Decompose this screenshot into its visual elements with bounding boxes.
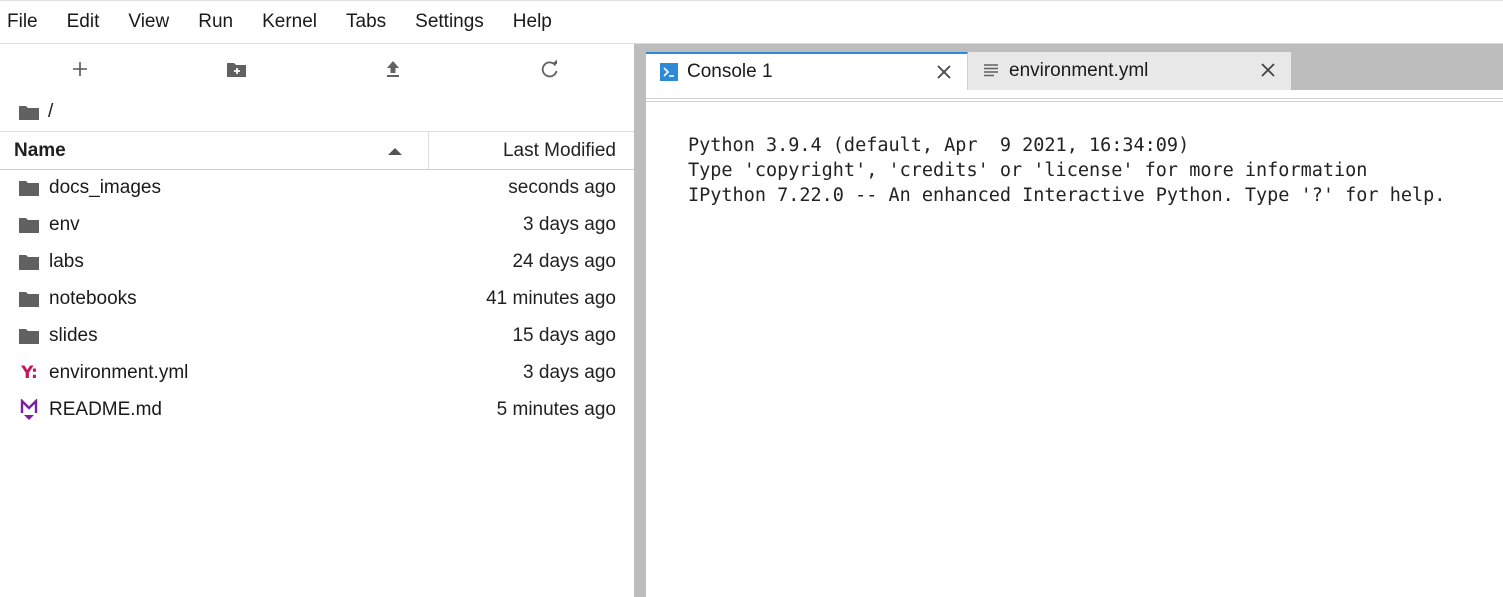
new-folder-icon: [227, 63, 246, 77]
folder-icon: [19, 178, 39, 198]
menu-kernel[interactable]: Kernel: [262, 0, 317, 44]
file-modified: 3 days ago: [523, 214, 616, 235]
file-row-docs-images[interactable]: docs_images seconds ago: [0, 170, 634, 207]
breadcrumb: /: [19, 100, 53, 124]
folder-icon: [19, 215, 39, 235]
menu-bar: File Edit View Run Kernel Tabs Settings …: [0, 0, 1503, 44]
menu-edit[interactable]: Edit: [67, 0, 100, 44]
menu-settings[interactable]: Settings: [415, 0, 484, 44]
file-row-environment-yml[interactable]: Y: environment.yml 3 days ago: [0, 355, 634, 392]
tab-environment-yml[interactable]: environment.yml: [968, 52, 1291, 90]
panel-splitter[interactable]: [634, 44, 646, 597]
folder-icon: [19, 252, 39, 272]
markdown-file-icon: [19, 399, 39, 420]
refresh-icon: [541, 59, 558, 78]
sort-ascending-icon: [388, 148, 402, 155]
tab-bar: Console 1 environment.yml: [646, 44, 1503, 90]
file-name: labs: [49, 251, 84, 272]
menu-tabs[interactable]: Tabs: [346, 0, 386, 44]
file-modified: 5 minutes ago: [496, 399, 616, 420]
column-header-name[interactable]: Name: [0, 132, 429, 169]
yaml-file-icon: Y:: [21, 363, 38, 383]
tab-label: environment.yml: [1009, 60, 1149, 81]
upload-icon: [387, 61, 399, 77]
close-icon[interactable]: [935, 63, 953, 81]
file-name: README.md: [49, 399, 162, 420]
file-name: docs_images: [49, 177, 161, 198]
close-icon[interactable]: [1259, 61, 1277, 79]
new-folder-button[interactable]: [224, 56, 250, 82]
console-icon: [660, 63, 678, 81]
breadcrumb-root[interactable]: /: [48, 101, 53, 123]
file-row-notebooks[interactable]: notebooks 41 minutes ago: [0, 281, 634, 318]
file-modified: 3 days ago: [523, 362, 616, 383]
console-output: Python 3.9.4 (default, Apr 9 2021, 16:34…: [688, 133, 1445, 208]
file-name: env: [49, 214, 80, 235]
text-file-icon: [982, 62, 1000, 80]
file-name: slides: [49, 325, 98, 346]
folder-icon[interactable]: [19, 104, 39, 120]
file-browser-toolbar: [0, 44, 634, 92]
main-dock-area: Console 1 environment.yml Python 3.9.4 (…: [646, 44, 1503, 597]
file-modified: 41 minutes ago: [486, 288, 616, 309]
file-row-slides[interactable]: slides 15 days ago: [0, 318, 634, 355]
column-name-label: Name: [14, 140, 66, 161]
menu-help[interactable]: Help: [513, 0, 552, 44]
file-list: docs_images seconds ago env 3 days ago l…: [0, 170, 634, 429]
file-list-header: Name Last Modified: [0, 131, 634, 170]
upload-button[interactable]: [380, 56, 406, 82]
new-launcher-button[interactable]: [67, 56, 93, 82]
file-modified: seconds ago: [508, 177, 616, 198]
file-row-env[interactable]: env 3 days ago: [0, 207, 634, 244]
console-toolbar-divider: [646, 98, 1503, 102]
file-modified: 24 days ago: [512, 251, 616, 272]
console-banner-line: Type 'copyright', 'credits' or 'license'…: [688, 160, 1368, 181]
plus-icon: [73, 62, 87, 76]
file-row-readme-md[interactable]: README.md 5 minutes ago: [0, 392, 634, 429]
column-last-modified-label: Last Modified: [502, 140, 616, 161]
file-name: notebooks: [49, 288, 137, 309]
jupyterlab-window: File Edit View Run Kernel Tabs Settings …: [0, 0, 1503, 597]
refresh-button[interactable]: [537, 56, 563, 82]
file-modified: 15 days ago: [512, 325, 616, 346]
folder-icon: [19, 326, 39, 346]
file-browser-panel: / Name Last Modified docs_images seconds…: [0, 44, 634, 597]
tab-label: Console 1: [687, 61, 773, 82]
console-banner-line: IPython 7.22.0 -- An enhanced Interactiv…: [688, 185, 1446, 206]
menu-run[interactable]: Run: [198, 0, 233, 44]
column-header-last-modified[interactable]: Last Modified: [429, 132, 634, 169]
menu-file[interactable]: File: [7, 0, 38, 44]
file-name: environment.yml: [49, 362, 189, 383]
console-banner-line: Python 3.9.4 (default, Apr 9 2021, 16:34…: [688, 135, 1190, 156]
tab-console-1[interactable]: Console 1: [646, 52, 968, 90]
file-row-labs[interactable]: labs 24 days ago: [0, 244, 634, 281]
menu-view[interactable]: View: [128, 0, 169, 44]
folder-icon: [19, 289, 39, 309]
